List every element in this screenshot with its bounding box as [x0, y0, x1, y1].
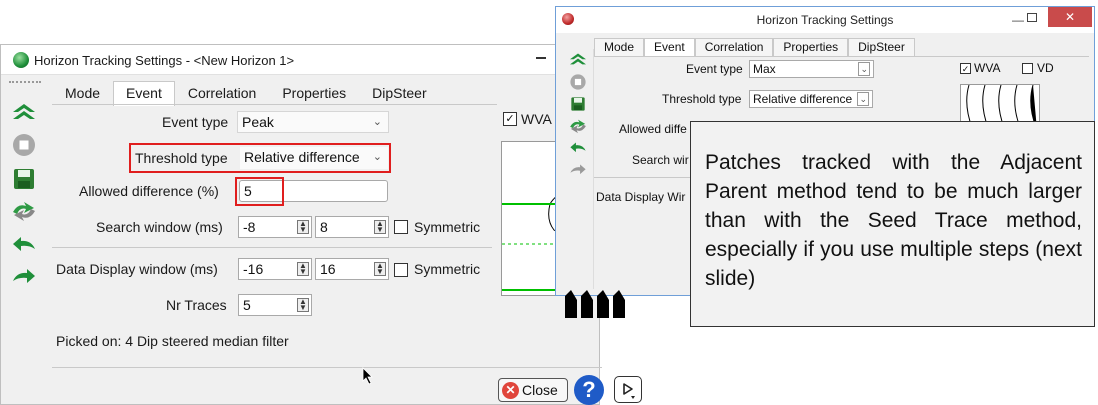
event-type-value: Peak: [242, 114, 274, 130]
undo-icon[interactable]: [7, 231, 41, 259]
redo-icon[interactable]: [7, 263, 41, 291]
small-titlebar: Horizon Tracking Settings — ✕: [556, 7, 1094, 33]
event-type-value: Max: [753, 62, 776, 76]
explanation-callout: Patches tracked with the Adjacent Parent…: [690, 121, 1095, 327]
tab-mode[interactable]: Mode: [52, 81, 113, 105]
callout-text: Patches tracked with the Adjacent Parent…: [705, 151, 1082, 290]
main-titlebar: Horizon Tracking Settings - <New Horizon…: [1, 45, 601, 75]
threshold-type-value: Relative difference: [753, 92, 853, 106]
close-button-label: Close: [522, 382, 558, 398]
display-window-min-input[interactable]: -16 ▲ ▼: [238, 258, 312, 280]
spin-arrows-icon[interactable]: ▲ ▼: [297, 298, 309, 312]
tab-mode[interactable]: Mode: [594, 38, 645, 56]
close-window-button[interactable]: ✕: [1048, 7, 1092, 27]
stop-icon[interactable]: [564, 71, 592, 93]
display-window-max-value: 16: [320, 261, 336, 277]
search-window-min-input[interactable]: -8 ▲ ▼: [238, 216, 312, 238]
track-icon[interactable]: [7, 99, 41, 127]
help-button[interactable]: ?: [574, 375, 604, 405]
mouse-cursor-icon: [362, 367, 373, 385]
tab-event[interactable]: Event: [644, 38, 695, 56]
vd-checkbox[interactable]: [1022, 63, 1033, 74]
tab-dipsteer[interactable]: DipSteer: [359, 81, 439, 105]
small-tab-bar: Mode Event Correlation Properties DipSte…: [594, 38, 915, 56]
tab-properties[interactable]: Properties: [773, 38, 849, 56]
allowed-difference-label: Allowed diffe: [619, 122, 687, 136]
spin-arrows-icon[interactable]: ▲ ▼: [297, 220, 309, 234]
small-toolbar: [564, 49, 594, 289]
wva-checkbox[interactable]: ✓: [503, 112, 517, 126]
app-icon: [13, 52, 29, 68]
event-type-select[interactable]: Max ⌄: [749, 60, 874, 78]
stop-icon[interactable]: [7, 131, 41, 159]
data-display-window-label: Data Display window (ms): [56, 261, 218, 277]
toolbar-grip[interactable]: [9, 81, 41, 84]
event-type-select[interactable]: Peak ⌄: [237, 111, 389, 133]
vd-label: VD: [1037, 61, 1054, 75]
chevron-down-icon: ⌄: [372, 116, 382, 128]
separator: [594, 56, 1089, 57]
search-window-min-value: -8: [243, 219, 256, 235]
minimize-button[interactable]: [536, 57, 546, 59]
tab-dipsteer[interactable]: DipSteer: [848, 38, 915, 56]
search-window-max-input[interactable]: 8 ▲ ▼: [315, 216, 389, 238]
search-window-label: Search wir: [632, 153, 689, 167]
search-symmetric-label: Symmetric: [414, 219, 481, 235]
picked-on-text: Picked on: 4 Dip steered median filter: [56, 333, 289, 349]
separator: [594, 177, 694, 178]
search-symmetric-checkbox[interactable]: [394, 220, 408, 234]
chevron-down-icon: ⌄: [858, 62, 870, 76]
threshold-highlight: [129, 143, 391, 173]
save-icon[interactable]: [564, 93, 592, 115]
event-type-label: Event type: [686, 62, 743, 76]
nr-traces-input[interactable]: 5 ▲ ▼: [238, 294, 312, 316]
main-toolbar: [7, 79, 45, 405]
display-window-max-input[interactable]: 16 ▲ ▼: [315, 258, 389, 280]
display-symmetric-label: Symmetric: [414, 261, 481, 277]
tab-properties[interactable]: Properties: [269, 81, 359, 105]
display-symmetric-checkbox[interactable]: [394, 263, 408, 277]
track-icon[interactable]: [564, 49, 592, 71]
maximize-button[interactable]: [1027, 13, 1037, 22]
allowed-difference-label: Allowed difference (%): [79, 183, 219, 199]
tab-event[interactable]: Event: [113, 81, 175, 106]
play-icon: [623, 383, 635, 399]
spin-arrows-icon[interactable]: ▲ ▼: [374, 262, 386, 276]
minimize-button[interactable]: —: [1012, 13, 1024, 27]
wiggle-trace-icon: [565, 290, 625, 318]
retrack-icon[interactable]: [7, 197, 41, 225]
spin-arrows-icon[interactable]: ▲ ▼: [297, 262, 309, 276]
display-window-min-value: -16: [243, 261, 264, 277]
separator: [52, 367, 602, 368]
save-icon[interactable]: [7, 165, 41, 193]
search-window-label: Search window (ms): [96, 219, 223, 235]
wva-label: WVA: [521, 111, 552, 127]
wva-checkbox[interactable]: ✓: [960, 63, 971, 74]
nr-traces-value: 5: [243, 297, 251, 313]
main-tracking-window: Horizon Tracking Settings - <New Horizon…: [0, 44, 642, 405]
play-button[interactable]: [614, 376, 642, 403]
wva-label: WVA: [974, 61, 1001, 75]
spin-arrows-icon[interactable]: ▲ ▼: [374, 220, 386, 234]
threshold-type-label: Threshold type: [662, 92, 742, 106]
undo-icon[interactable]: [564, 137, 592, 159]
data-display-window-label: Data Display Wir: [596, 190, 686, 204]
allowed-difference-highlight: [235, 177, 284, 206]
help-icon: ?: [582, 377, 596, 402]
chevron-down-icon: ⌄: [857, 92, 869, 106]
tab-correlation[interactable]: Correlation: [175, 81, 269, 105]
retrack-icon[interactable]: [564, 115, 592, 137]
close-icon: ✕: [502, 381, 519, 399]
main-window-title: Horizon Tracking Settings - <New Horizon…: [34, 53, 295, 68]
threshold-type-select[interactable]: Relative difference ⌄: [749, 90, 873, 108]
nr-traces-label: Nr Traces: [166, 297, 227, 313]
main-tab-bar: Mode Event Correlation Properties DipSte…: [52, 81, 440, 106]
separator: [52, 247, 492, 248]
tab-correlation[interactable]: Correlation: [694, 38, 774, 56]
event-type-label: Event type: [162, 114, 229, 130]
close-button[interactable]: ✕ Close: [498, 378, 568, 402]
search-window-max-value: 8: [320, 219, 328, 235]
redo-icon[interactable]: [564, 159, 592, 181]
